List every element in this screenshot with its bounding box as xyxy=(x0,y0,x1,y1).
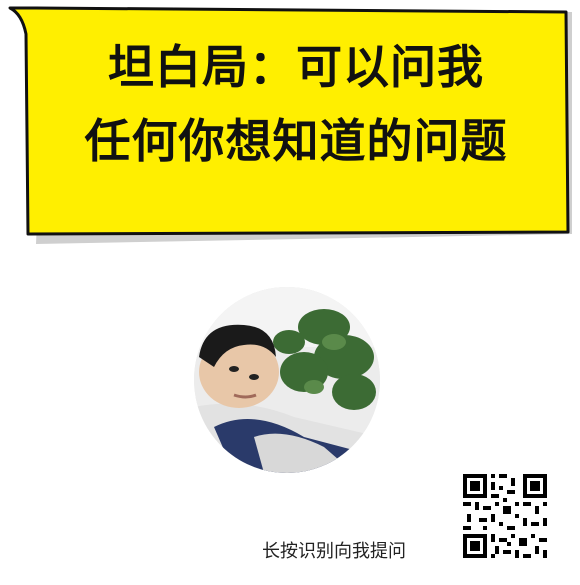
banner-title: 坦白局：可以问我 任何你想知道的问题 xyxy=(36,44,556,164)
scan-prompt-text: 长按识别向我提问 xyxy=(262,541,406,562)
qr-code-icon xyxy=(461,472,549,560)
avatar xyxy=(194,287,380,473)
qr-code[interactable] xyxy=(461,472,549,560)
banner-line-2: 任何你想知道的问题 xyxy=(84,114,508,168)
profile-photo-icon xyxy=(194,287,380,473)
speech-bubble-banner: 坦白局：可以问我 任何你想知道的问题 xyxy=(6,4,576,246)
banner-line-1: 坦白局：可以问我 xyxy=(108,40,484,94)
